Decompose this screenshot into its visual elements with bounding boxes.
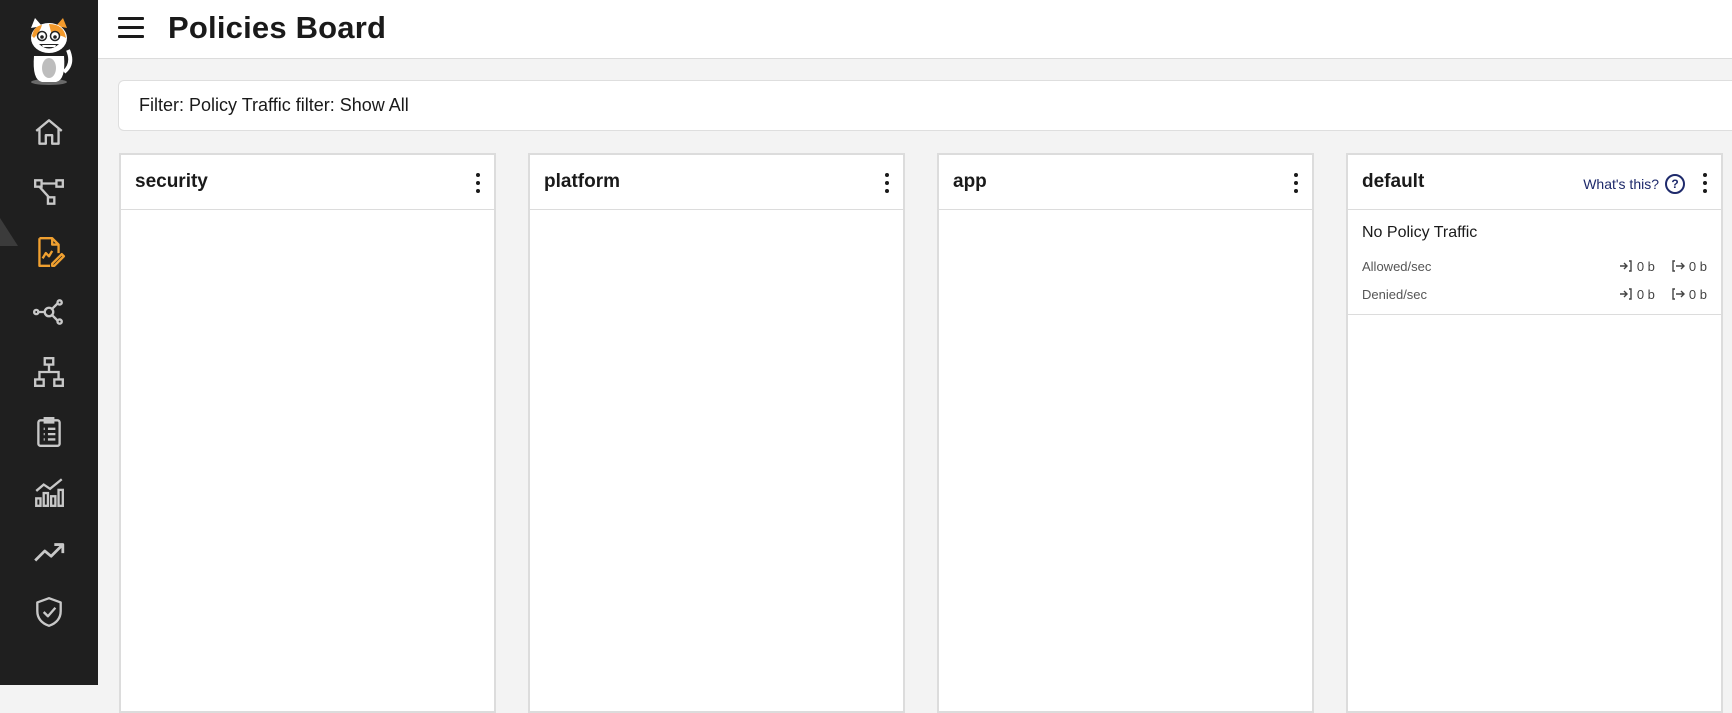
egress-value: 0 b xyxy=(1688,286,1707,302)
column-title: security xyxy=(135,171,208,192)
whats-this-link[interactable]: What's this? ? xyxy=(1583,174,1685,194)
egress-value: 0 b xyxy=(1688,258,1707,274)
egress-metric: 0 b xyxy=(1671,259,1707,274)
nav-analytics[interactable] xyxy=(0,462,98,522)
nav-graph[interactable] xyxy=(0,282,98,342)
ingress-arrow-icon xyxy=(1619,260,1632,272)
traffic-row-label: Allowed/sec xyxy=(1362,258,1432,274)
whats-this-label: What's this? xyxy=(1583,176,1659,192)
egress-arrow-icon xyxy=(1672,260,1685,272)
ingress-value: 0 b xyxy=(1636,258,1655,274)
help-question-icon: ? xyxy=(1665,174,1685,194)
page-title: Policies Board xyxy=(168,10,387,45)
column-title: default xyxy=(1362,171,1425,192)
filter-text: Filter: Policy Traffic filter: Show All xyxy=(139,95,409,115)
policy-document-icon xyxy=(38,237,66,267)
column-header: app xyxy=(939,155,1312,210)
ingress-metric: 0 b xyxy=(1619,259,1655,274)
home-icon xyxy=(35,119,63,145)
top-header: Policies Board xyxy=(98,0,1732,59)
column-platform: platform xyxy=(528,153,905,713)
column-title: platform xyxy=(544,171,620,192)
flow-diagram-icon xyxy=(34,179,64,205)
egress-arrow-icon xyxy=(1672,288,1685,300)
more-options-icon[interactable] xyxy=(1292,173,1300,193)
ingress-value: 0 b xyxy=(1636,286,1655,302)
cat-logo-icon[interactable] xyxy=(22,16,76,86)
graph-nodes-icon xyxy=(32,299,63,325)
nav-security[interactable] xyxy=(0,582,98,642)
column-app: app xyxy=(937,153,1314,713)
more-options-icon[interactable] xyxy=(474,173,482,193)
sidebar xyxy=(0,0,98,685)
column-title: app xyxy=(953,171,987,192)
traffic-row-label: Denied/sec xyxy=(1362,286,1428,302)
column-default: default What's this? ? No Policy Traffic… xyxy=(1346,153,1723,713)
column-security: security xyxy=(119,153,496,713)
nav-network[interactable] xyxy=(0,342,98,402)
nav-trends[interactable] xyxy=(0,522,98,582)
ingress-metric: 0 b xyxy=(1619,287,1655,302)
column-header: default What's this? ? xyxy=(1348,155,1721,210)
nav-policies[interactable] xyxy=(0,222,98,282)
trending-up-icon xyxy=(34,543,65,562)
column-header: security xyxy=(121,155,494,210)
nav-flow[interactable] xyxy=(0,162,98,222)
more-options-icon[interactable] xyxy=(1701,173,1709,193)
clipboard-list-icon xyxy=(37,417,61,447)
column-header: platform xyxy=(530,155,903,210)
bar-chart-trend-icon xyxy=(35,478,64,507)
egress-metric: 0 b xyxy=(1671,287,1707,302)
traffic-row-allowed: Allowed/sec 0 b 0 b xyxy=(1362,252,1707,280)
more-options-icon[interactable] xyxy=(883,173,891,193)
hamburger-menu-icon[interactable] xyxy=(118,17,144,41)
nav-reports[interactable] xyxy=(0,402,98,462)
filter-bar[interactable]: Filter: Policy Traffic filter: Show All xyxy=(118,80,1732,131)
traffic-title: No Policy Traffic xyxy=(1362,224,1478,241)
ingress-arrow-icon xyxy=(1619,288,1632,300)
nav-home[interactable] xyxy=(0,102,98,162)
network-hierarchy-icon xyxy=(34,357,64,387)
shield-check-icon xyxy=(36,597,62,627)
traffic-row-denied: Denied/sec 0 b 0 b xyxy=(1362,280,1707,308)
policy-traffic-card[interactable]: No Policy Traffic Allowed/sec 0 b 0 b De… xyxy=(1348,210,1721,315)
